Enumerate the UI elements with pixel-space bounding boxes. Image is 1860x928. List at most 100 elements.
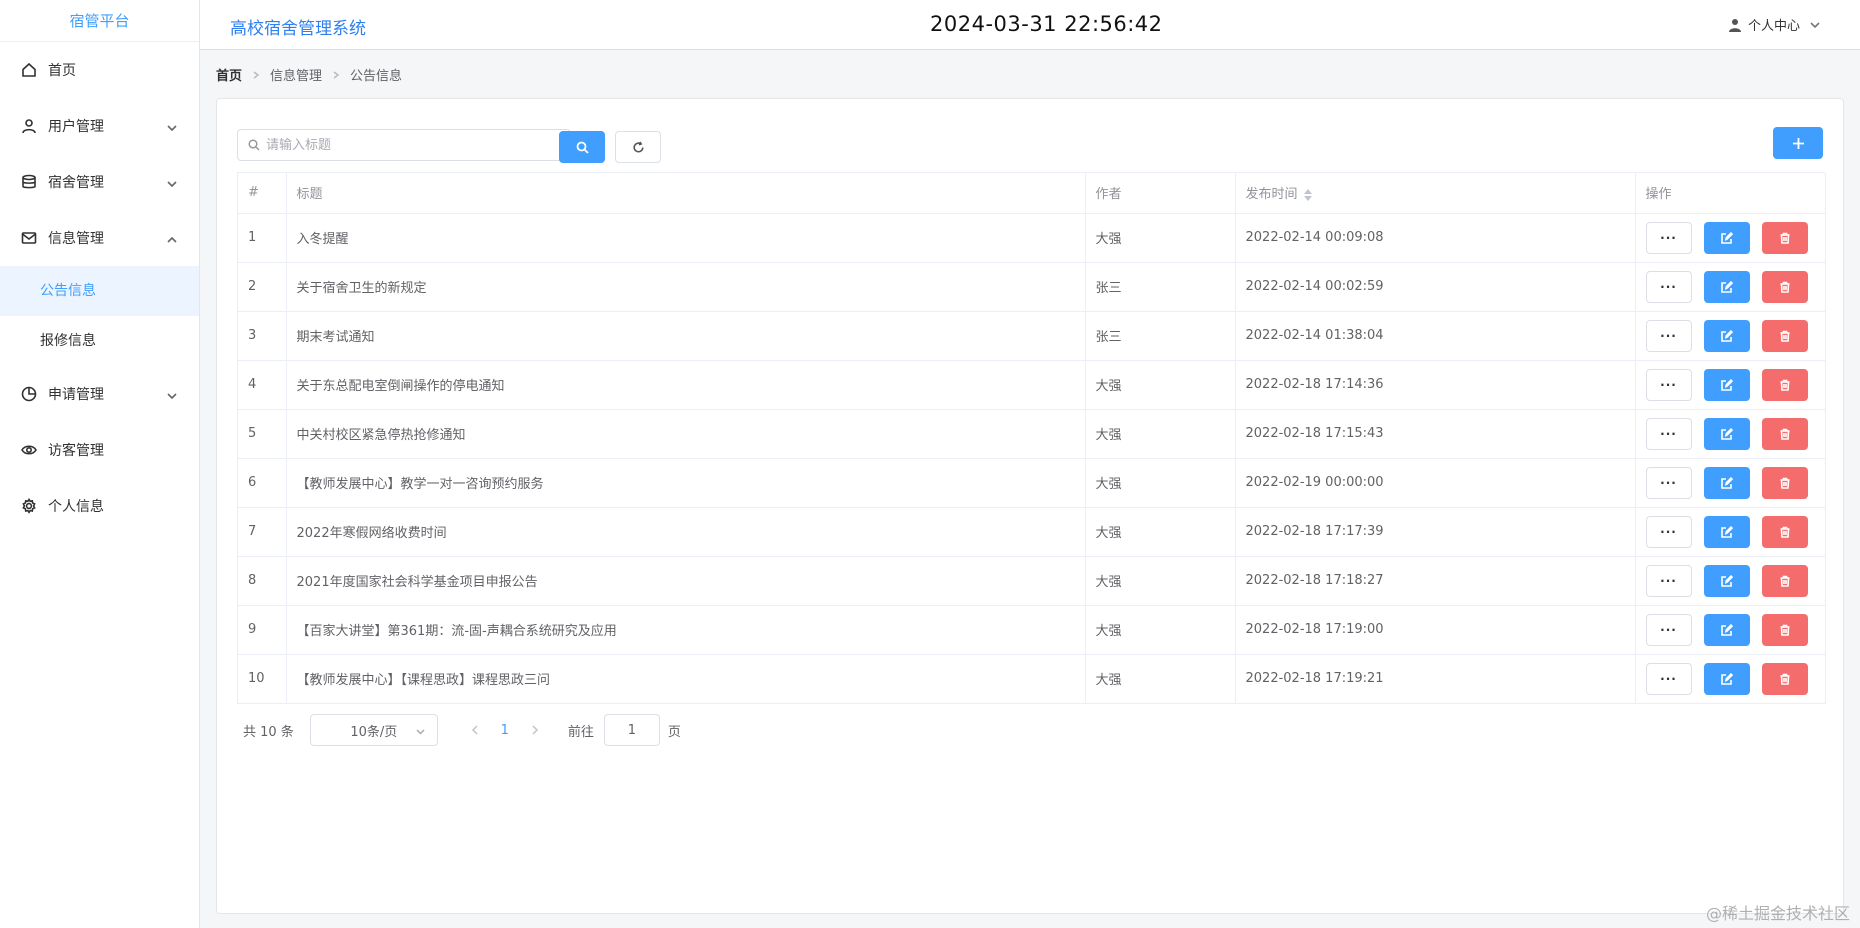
more-button[interactable]: ··· (1645, 466, 1692, 499)
delete-button[interactable] (1761, 613, 1808, 646)
sidebar-item-applications[interactable]: 申请管理 (0, 366, 199, 422)
delete-button[interactable] (1761, 221, 1808, 254)
more-button[interactable]: ··· (1645, 515, 1692, 548)
trash-icon (1780, 330, 1789, 342)
table-row: 6 【教师发展中心】教学一对一咨询预约服务 大强 2022-02-19 00:00:0… (238, 458, 1826, 508)
delete-button[interactable] (1761, 515, 1808, 548)
person-icon (1728, 18, 1741, 32)
breadcrumb-home[interactable]: 首页 (216, 65, 242, 84)
delete-button[interactable] (1761, 417, 1808, 450)
plus-icon (1792, 137, 1804, 149)
message-icon (20, 229, 38, 247)
edit-icon (1720, 525, 1733, 538)
user-center-menu[interactable]: 个人中心 (1728, 15, 1820, 34)
chevron-up-icon (167, 233, 177, 243)
sidebar-item-users[interactable]: 用户管理 (0, 98, 199, 154)
trash-icon (1780, 428, 1789, 440)
trash-icon (1780, 232, 1789, 244)
edit-button[interactable] (1703, 515, 1750, 548)
delete-button[interactable] (1761, 466, 1808, 499)
sidebar-item-visitors[interactable]: 访客管理 (0, 422, 199, 478)
page-size-select[interactable]: 10条/页 (309, 714, 438, 746)
trash-icon (1780, 281, 1789, 293)
search-button[interactable] (559, 131, 605, 163)
edit-button[interactable] (1703, 662, 1750, 695)
header-bar: 高校宿舍管理系统 2024-03-31 22:56:42 个人中心 (200, 0, 1860, 50)
chevron-down-icon (416, 729, 425, 735)
row-actions: ··· (1635, 556, 1826, 606)
sidebar: 宿管平台 首页 用户管理 宿舍管理 信息管理 公告信息 报修信息 申请管理 访客… (0, 0, 200, 928)
gear-icon (20, 497, 38, 515)
more-button[interactable]: ··· (1645, 368, 1692, 401)
page-number-current[interactable]: 1 (490, 723, 520, 738)
next-page-button[interactable] (520, 725, 550, 735)
row-title: 【教师发展中心】教学一对一咨询预约服务 (286, 458, 1086, 508)
chevron-left-icon (471, 725, 478, 735)
announcement-table: # 标题 作者 发布时间 操作 1 入冬提醒 大强 2022-02-14 00:09:… (237, 172, 1826, 704)
row-actions: ··· (1635, 213, 1826, 263)
sidebar-item-info[interactable]: 信息管理 (0, 210, 199, 266)
sidebar-item-dorms[interactable]: 宿舍管理 (0, 154, 199, 210)
add-button[interactable] (1773, 127, 1823, 159)
sidebar-subitem-repairs[interactable]: 报修信息 (0, 316, 199, 366)
row-actions: ··· (1635, 311, 1826, 361)
more-button[interactable]: ··· (1645, 564, 1692, 597)
trash-icon (1780, 673, 1789, 685)
more-button[interactable]: ··· (1645, 613, 1692, 646)
edit-button[interactable] (1703, 417, 1750, 450)
reset-button[interactable] (615, 131, 661, 163)
sidebar-item-label: 个人信息 (48, 499, 104, 515)
chevron-down-icon (1810, 21, 1820, 28)
table-row: 10 【教师发展中心】【课程思政】课程思政三问 大强 2022-02-18 17:19… (238, 654, 1826, 704)
delete-button[interactable] (1761, 662, 1808, 695)
breadcrumb-current: 公告信息 (350, 69, 403, 84)
edit-button[interactable] (1703, 564, 1750, 597)
row-time: 2022-02-14 00:09:08 (1235, 213, 1636, 263)
edit-button[interactable] (1703, 466, 1750, 499)
delete-button[interactable] (1761, 368, 1808, 401)
jump-page-input[interactable] (603, 714, 660, 746)
refresh-icon (632, 141, 644, 153)
row-title: 2021年度国家社会科学基金项目申报公告 (286, 556, 1086, 606)
column-header-time[interactable]: 发布时间 (1235, 173, 1636, 214)
row-author: 大强 (1085, 213, 1236, 263)
row-time: 2022-02-18 17:15:43 (1235, 409, 1636, 459)
breadcrumb-info: 信息管理 (270, 69, 323, 84)
more-button[interactable]: ··· (1645, 662, 1692, 695)
more-button[interactable]: ··· (1645, 417, 1692, 450)
edit-button[interactable] (1703, 221, 1750, 254)
prev-page-button[interactable] (460, 725, 490, 735)
edit-icon (1720, 280, 1733, 293)
more-button[interactable]: ··· (1645, 270, 1692, 303)
row-actions: ··· (1635, 605, 1826, 655)
search-icon (248, 139, 260, 151)
chevron-down-icon (167, 389, 177, 400)
edit-button[interactable] (1703, 368, 1750, 401)
more-button[interactable]: ··· (1645, 221, 1692, 254)
row-title: 关于东总配电室倒闸操作的停电通知 (286, 360, 1086, 410)
delete-button[interactable] (1761, 564, 1808, 597)
delete-button[interactable] (1761, 319, 1808, 352)
more-button[interactable]: ··· (1645, 319, 1692, 352)
page-size-value: 10条/页 (350, 724, 398, 740)
sidebar-subitem-announcements[interactable]: 公告信息 (0, 266, 199, 316)
sidebar-item-profile[interactable]: 个人信息 (0, 478, 199, 534)
edit-button[interactable] (1703, 613, 1750, 646)
row-author: 大强 (1085, 556, 1236, 606)
sidebar-item-home[interactable]: 首页 (0, 42, 199, 98)
edit-button[interactable] (1703, 270, 1750, 303)
row-time: 2022-02-19 00:00:00 (1235, 458, 1636, 508)
column-header-time-label: 发布时间 (1245, 187, 1298, 203)
user-icon (20, 117, 38, 135)
row-time: 2022-02-18 17:19:00 (1235, 605, 1636, 655)
sidebar-item-label: 宿舍管理 (48, 175, 104, 191)
edit-button[interactable] (1703, 319, 1750, 352)
delete-button[interactable] (1761, 270, 1808, 303)
search-input[interactable] (266, 137, 556, 153)
sort-icon[interactable] (1303, 188, 1312, 201)
row-actions: ··· (1635, 409, 1826, 459)
edit-icon (1720, 574, 1733, 587)
chevron-right-icon (332, 70, 340, 79)
search-field[interactable] (237, 129, 571, 161)
clock-display: 2024-03-31 22:56:42 (930, 12, 1163, 36)
